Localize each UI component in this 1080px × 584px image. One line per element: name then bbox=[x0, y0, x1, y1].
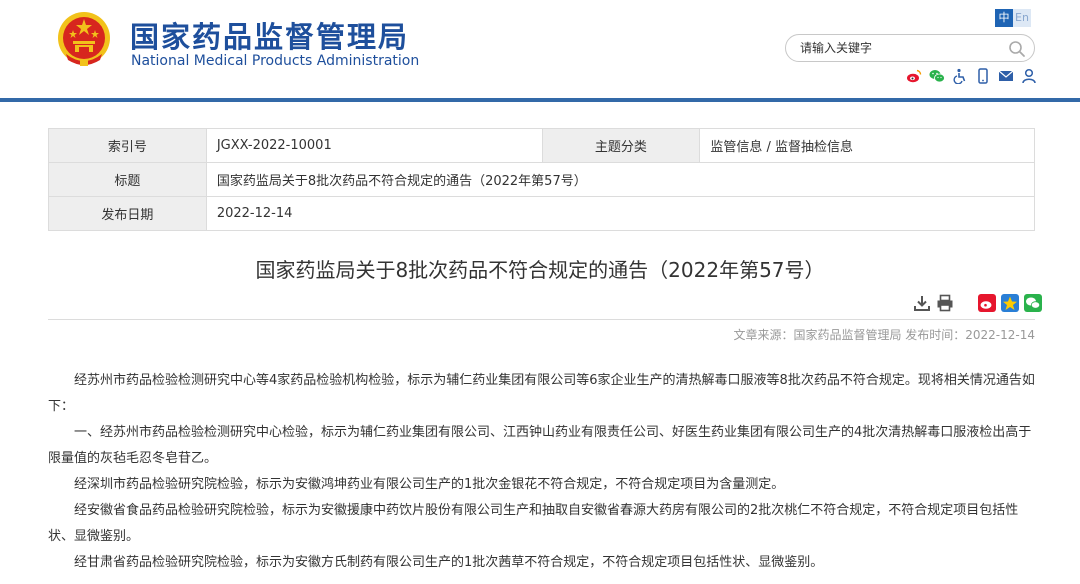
meta-row-date: 发布日期 2022-12-14 bbox=[48, 196, 1036, 231]
article-source: 文章来源：国家药品监督管理局 发布时间：2022-12-14 bbox=[733, 328, 1035, 342]
meta-date-label: 发布日期 bbox=[48, 196, 207, 231]
meta-row-index: 索引号 JGXX-2022-10001 主题分类 监管信息 / 监督抽检信息 bbox=[48, 128, 1035, 163]
mail-icon[interactable] bbox=[998, 68, 1014, 84]
header-divider bbox=[0, 98, 1080, 102]
wechat-icon[interactable] bbox=[929, 68, 945, 84]
paragraph: 经甘肃省药品检验研究院检验，标示为安徽方氏制药有限公司生产的1批次茜草不符合规定… bbox=[74, 555, 824, 570]
meta-title-value: 国家药监局关于8批次药品不符合规定的通告（2022年第57号） bbox=[205, 162, 1036, 197]
lang-chinese-button[interactable]: 中 bbox=[995, 9, 1013, 27]
meta-index-label: 索引号 bbox=[48, 128, 207, 163]
user-icon[interactable] bbox=[1021, 68, 1037, 84]
meta-row-title: 标题 国家药监局关于8批次药品不符合规定的通告（2022年第57号） bbox=[48, 162, 1036, 197]
paragraph: 一、经苏州市药品检验检测研究中心检验，标示为辅仁药业集团有限公司、江西钟山药业有… bbox=[48, 425, 1032, 466]
site-title[interactable]: 国家药品监督管理局 bbox=[130, 14, 409, 56]
paragraph: 经安徽省食品药品检验研究院检验，标示为安徽援康中药饮片股份有限公司生产和抽取自安… bbox=[48, 503, 1019, 544]
search-box bbox=[785, 34, 1035, 62]
download-icon[interactable] bbox=[913, 294, 931, 312]
site-header: 国家药品监督管理局 National Medical Products Admi… bbox=[0, 0, 1080, 102]
search-icon[interactable] bbox=[1008, 40, 1026, 58]
paragraph: 经苏州市药品检验检测研究中心等4家药品检验机构检验，标示为辅仁药业集团有限公司等… bbox=[48, 373, 1035, 414]
language-switch: 中 En bbox=[995, 9, 1031, 27]
weibo-icon[interactable] bbox=[906, 68, 922, 84]
print-icon[interactable] bbox=[936, 294, 954, 312]
national-emblem-icon[interactable] bbox=[56, 10, 112, 68]
share-qzone-icon[interactable] bbox=[1001, 294, 1019, 312]
article-title: 国家药监局关于8批次药品不符合规定的通告（2022年第57号） bbox=[255, 258, 825, 282]
share-wechat-icon[interactable] bbox=[1024, 294, 1042, 312]
share-weibo-icon[interactable] bbox=[978, 294, 996, 312]
meta-topic-value: 监管信息 / 监督抽检信息 bbox=[699, 128, 1035, 163]
accessibility-icon[interactable] bbox=[952, 68, 968, 84]
article-tools bbox=[913, 294, 1042, 312]
paragraph: 经深圳市药品检验研究院检验，标示为安徽鸿坤药业有限公司生产的1批次金银花不符合规… bbox=[74, 477, 785, 492]
article-divider bbox=[48, 319, 1035, 320]
site-subtitle-en[interactable]: National Medical Products Administration bbox=[131, 53, 419, 69]
header-tools bbox=[906, 68, 1037, 84]
article-meta-table: 索引号 JGXX-2022-10001 主题分类 监管信息 / 监督抽检信息 标… bbox=[48, 128, 1036, 231]
meta-title-label: 标题 bbox=[48, 162, 207, 197]
meta-index-value: JGXX-2022-10001 bbox=[205, 128, 543, 163]
meta-topic-label: 主题分类 bbox=[541, 128, 701, 163]
search-input[interactable] bbox=[800, 39, 1000, 57]
article-body: 经苏州市药品检验检测研究中心等4家药品检验机构检验，标示为辅仁药业集团有限公司等… bbox=[48, 368, 1035, 576]
mobile-icon[interactable] bbox=[975, 68, 991, 84]
lang-english-button[interactable]: En bbox=[1013, 9, 1031, 27]
meta-date-value: 2022-12-14 bbox=[205, 196, 1036, 231]
